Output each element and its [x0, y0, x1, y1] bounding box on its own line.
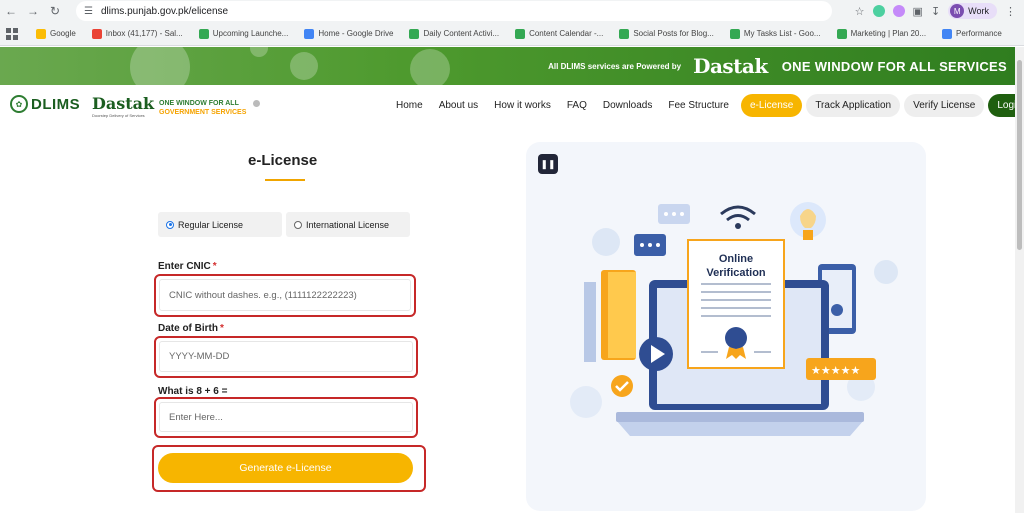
title-underline	[265, 179, 305, 181]
bookmark-item[interactable]: Upcoming Launche...	[191, 28, 297, 39]
extensions-puzzle-icon[interactable]: ▣	[913, 5, 923, 18]
nav-fee-structure[interactable]: Fee Structure	[660, 100, 737, 111]
extension-icon[interactable]	[872, 5, 885, 17]
bookmarks-bar: Google Inbox (41,177) - Sal... Upcoming …	[0, 22, 1024, 46]
nav-downloads[interactable]: Downloads	[595, 100, 660, 111]
bookmark-item[interactable]: Inbox (41,177) - Sal...	[84, 28, 191, 39]
certificate-text: Online Verification	[706, 253, 766, 279]
elicense-button[interactable]: e-License	[740, 94, 803, 117]
svg-text:★★★★★: ★★★★★	[811, 364, 860, 377]
bookmark-item[interactable]: Home - Google Drive	[296, 28, 401, 39]
dastak-logo[interactable]: Dastak Doorstep Delivery of Services	[92, 94, 154, 118]
page-title: e-License	[248, 152, 318, 169]
address-bar[interactable]: ☰ dlims.punjab.gov.pk/elicense	[76, 1, 832, 21]
download-icon[interactable]: ↧	[931, 5, 940, 18]
nav-about[interactable]: About us	[431, 100, 486, 111]
illustration-graphic: ★★★★★	[570, 202, 898, 436]
avatar: M	[950, 4, 965, 18]
punjab-emblem-icon: ✿	[10, 95, 28, 113]
main-nav: Home About us How it works FAQ Downloads…	[388, 94, 1024, 117]
menu-kebab-icon[interactable]: ⋮	[1005, 5, 1016, 18]
top-banner: All DLIMS services are Powered by Dastak…	[0, 47, 1015, 85]
online-verification-illustration: ❚❚ ★★★★★ Online Verification	[526, 142, 926, 511]
cnic-label: Enter CNIC *	[158, 261, 217, 272]
captcha-label: What is 8 + 6 =	[158, 386, 228, 397]
bookmark-item[interactable]: Performance	[934, 28, 1010, 39]
bookmark-star-icon[interactable]: ☆	[855, 5, 865, 18]
profile-button[interactable]: M Work	[948, 3, 997, 19]
cnic-input[interactable]: CNIC without dashes. e.g., (111112222222…	[159, 279, 411, 311]
bookmark-item[interactable]: Social Posts for Blog...	[611, 28, 721, 39]
dlims-logo[interactable]: ✿ DLIMS	[10, 95, 80, 113]
info-icon[interactable]	[253, 100, 260, 107]
generate-elicense-button[interactable]: Generate e-License	[158, 453, 413, 483]
forward-icon[interactable]: →	[22, 0, 44, 22]
dob-label: Date of Birth *	[158, 323, 224, 334]
url-text: dlims.punjab.gov.pk/elicense	[100, 5, 229, 17]
bookmark-item[interactable]: Content Calendar -...	[507, 28, 611, 39]
verify-license-button[interactable]: Verify License	[904, 94, 985, 117]
scrollbar-thumb[interactable]	[1017, 60, 1022, 250]
reload-icon[interactable]: ↻	[44, 0, 66, 22]
dastak-banner-logo: Dastak	[693, 54, 768, 78]
bookmark-item[interactable]: Google	[28, 28, 84, 39]
radio-unselected-icon[interactable]	[294, 220, 302, 229]
nav-how-it-works[interactable]: How it works	[486, 100, 559, 111]
radio-selected-icon[interactable]	[166, 220, 174, 229]
track-application-button[interactable]: Track Application	[806, 94, 901, 117]
profile-name: Work	[968, 6, 989, 16]
browser-actions: ☆ ▣ ↧ M Work ⋮	[855, 2, 1016, 20]
nav-faq[interactable]: FAQ	[559, 100, 595, 111]
dob-input[interactable]: YYYY-MM-DD	[159, 341, 413, 372]
apps-grid-icon[interactable]	[6, 27, 18, 40]
banner-tagline: ONE WINDOW FOR ALL SERVICES	[781, 58, 1007, 74]
one-window-text: ONE WINDOW FOR ALL GOVERNMENT SERVICES	[159, 100, 247, 116]
extension-icon[interactable]	[892, 5, 905, 17]
powered-by-text: All DLIMS services are Powered by	[548, 61, 682, 71]
bookmark-item[interactable]: Daily Content Activi...	[401, 28, 507, 39]
nav-home[interactable]: Home	[388, 100, 431, 111]
regular-license-option[interactable]: Regular License	[158, 212, 282, 237]
site-info-icon[interactable]: ☰	[84, 6, 93, 17]
bookmark-item[interactable]: My Tasks List - Goo...	[722, 28, 829, 39]
captcha-input[interactable]: Enter Here...	[159, 402, 413, 432]
international-license-option[interactable]: International License	[286, 212, 410, 237]
bookmark-item[interactable]: Marketing | Plan 20...	[829, 28, 934, 39]
back-icon[interactable]: ←	[0, 0, 22, 22]
